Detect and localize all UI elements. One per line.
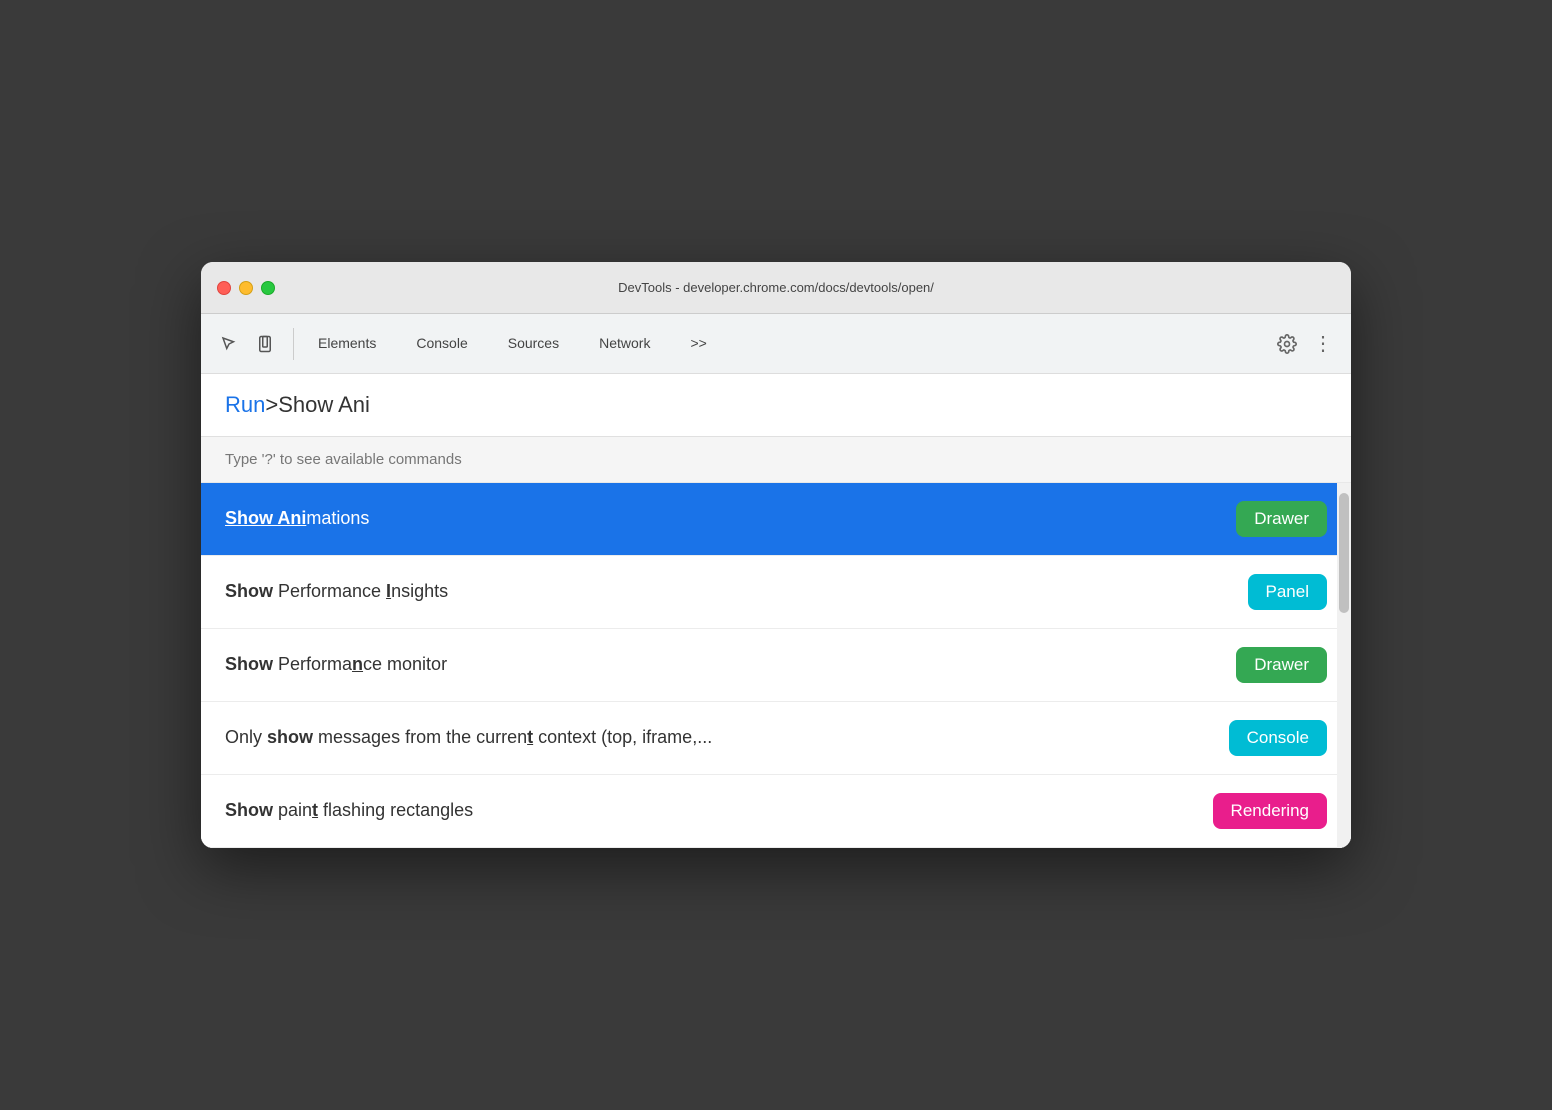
result-show-messages-context[interactable]: Only show messages from the current cont… [201,702,1351,775]
toolbar-icon-group [213,328,294,360]
minimize-button[interactable] [239,281,253,295]
more-options-button[interactable]: ⋮ [1307,328,1339,360]
devtools-body: Run >Show Ani Type '?' to see available … [201,374,1351,848]
close-button[interactable] [217,281,231,295]
window-controls [217,281,275,295]
tab-elements[interactable]: Elements [298,314,396,373]
vertical-scrollbar[interactable] [1337,483,1351,848]
titlebar: DevTools - developer.chrome.com/docs/dev… [201,262,1351,314]
toolbar-actions: ⋮ [1271,328,1339,360]
highlight-show-ani: Show Ani [225,508,306,528]
tab-network[interactable]: Network [579,314,670,373]
toolbar-tabs: Elements Console Sources Network >> [298,314,1271,373]
badge-drawer-1: Drawer [1236,501,1327,537]
result-text-show-animations: Show Animations [225,506,369,531]
devtools-toolbar: Elements Console Sources Network >> [201,314,1351,374]
results-list: Show Animations Drawer Show Performance … [201,483,1351,848]
badge-console: Console [1229,720,1327,756]
tab-console[interactable]: Console [396,314,487,373]
result-text-paint-flashing: Show paint flashing rectangles [225,798,473,823]
results-area: Show Animations Drawer Show Performance … [201,483,1351,848]
command-bar[interactable]: Run >Show Ani [201,374,1351,437]
result-show-animations[interactable]: Show Animations Drawer [201,483,1351,556]
command-input-text: >Show Ani [265,392,370,418]
badge-rendering: Rendering [1213,793,1327,829]
result-text-messages-context: Only show messages from the current cont… [225,725,712,750]
tab-more[interactable]: >> [670,314,726,373]
result-text-performance-monitor: Show Performance monitor [225,652,447,677]
devtools-window: DevTools - developer.chrome.com/docs/dev… [201,262,1351,848]
badge-panel: Panel [1248,574,1327,610]
inspect-icon[interactable] [213,328,245,360]
command-hint: Type '?' to see available commands [201,437,1351,483]
settings-button[interactable] [1271,328,1303,360]
maximize-button[interactable] [261,281,275,295]
scrollbar-thumb[interactable] [1339,493,1349,613]
result-show-paint-flashing[interactable]: Show paint flashing rectangles Rendering [201,775,1351,848]
result-show-performance-insights[interactable]: Show Performance Insights Panel [201,556,1351,629]
device-icon[interactable] [249,328,281,360]
tab-sources[interactable]: Sources [488,314,579,373]
result-text-performance-insights: Show Performance Insights [225,579,448,604]
window-title: DevTools - developer.chrome.com/docs/dev… [618,280,934,295]
result-show-performance-monitor[interactable]: Show Performance monitor Drawer [201,629,1351,702]
badge-drawer-2: Drawer [1236,647,1327,683]
run-label: Run [225,392,265,418]
